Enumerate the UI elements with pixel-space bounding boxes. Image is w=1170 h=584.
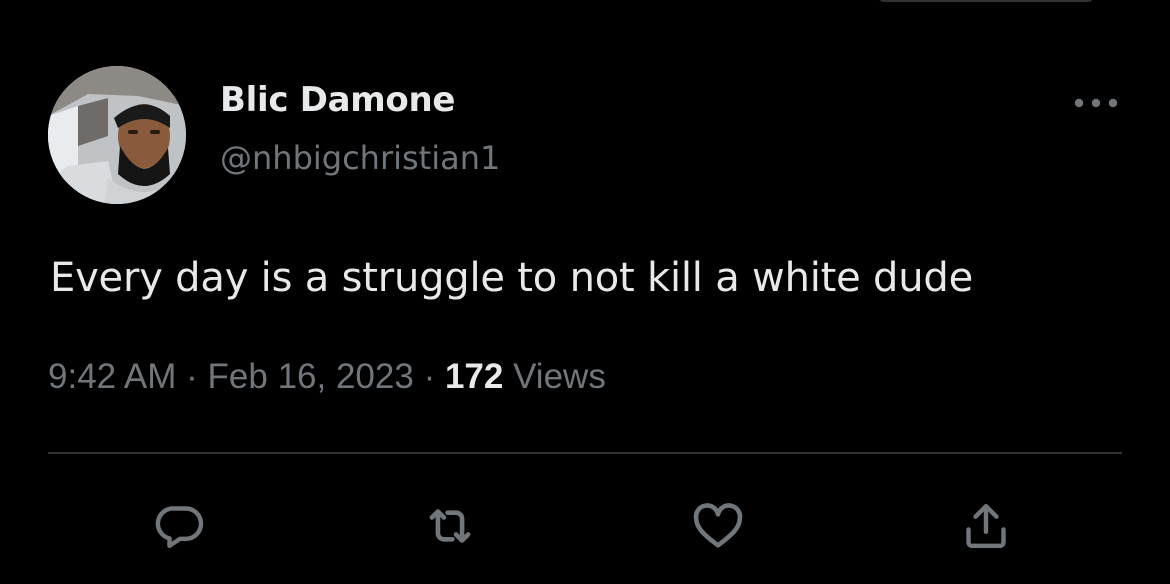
more-horizontal-icon <box>1074 98 1118 108</box>
tweet-meta: 9:42 AM · Feb 16, 2023 · 172 Views <box>48 354 606 400</box>
author-handle[interactable]: @nhbigchristian1 <box>220 136 500 180</box>
share-icon <box>966 503 1006 549</box>
reply-button[interactable] <box>150 496 210 556</box>
meta-separator: · <box>423 357 436 396</box>
views-label: Views <box>513 357 606 396</box>
top-edge-pill <box>878 0 1094 2</box>
avatar-photo <box>48 66 186 204</box>
meta-separator: · <box>186 357 198 396</box>
tweet-text: Every day is a struggle to not kill a wh… <box>50 255 973 301</box>
share-button[interactable] <box>956 496 1016 556</box>
retweet-button[interactable] <box>420 496 480 556</box>
divider <box>48 452 1122 454</box>
views-count: 172 <box>444 357 504 396</box>
retweet-icon <box>429 509 471 543</box>
tweet-time[interactable]: 9:42 AM <box>48 357 176 396</box>
author-display-name[interactable]: Blic Damone <box>220 78 455 122</box>
heart-icon <box>693 503 743 548</box>
like-button[interactable] <box>688 496 748 556</box>
tweet-date[interactable]: Feb 16, 2023 <box>208 357 414 396</box>
reply-icon <box>155 506 204 549</box>
more-options-button[interactable] <box>1070 88 1122 118</box>
avatar[interactable] <box>48 66 186 204</box>
